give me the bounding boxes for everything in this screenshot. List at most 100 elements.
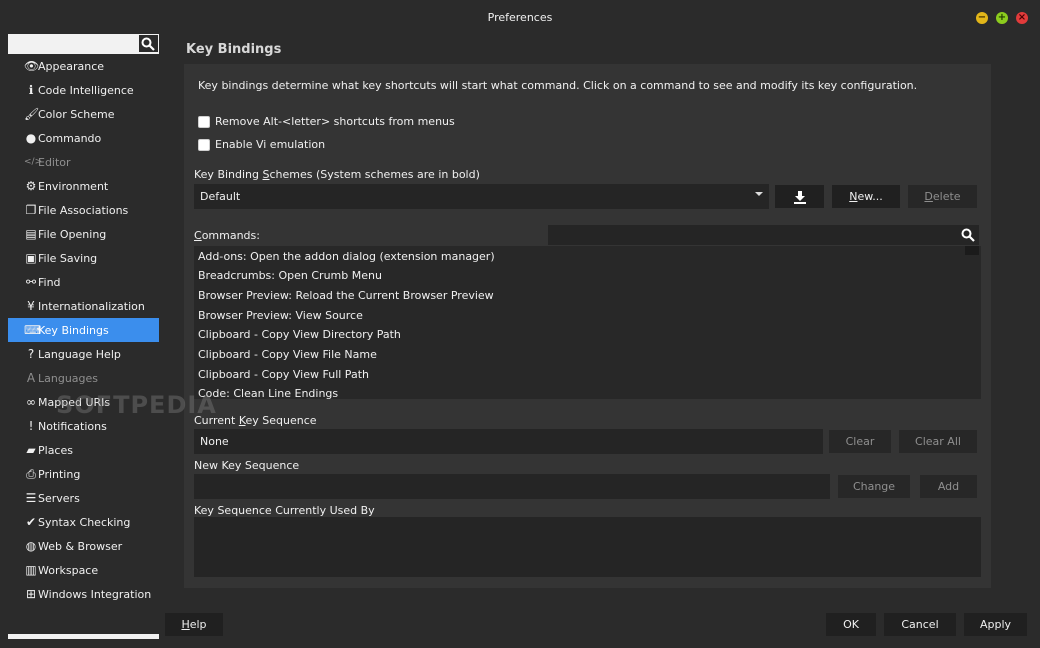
- sidebar-item-label: Web & Browser: [38, 539, 123, 553]
- commands-list[interactable]: Add-ons: Open the addon dialog (extensio…: [194, 246, 981, 399]
- sidebar-item-label: Language Help: [38, 347, 121, 361]
- sidebar-item-label: Servers: [38, 491, 80, 505]
- commands-search-input[interactable]: [548, 225, 979, 245]
- briefcase-icon: ▥: [25, 563, 37, 577]
- sidebar-item-label: Internationalization: [38, 299, 145, 313]
- sidebar-item-places[interactable]: ▰ Places: [8, 438, 159, 462]
- list-item[interactable]: Clipboard - Copy View Directory Path: [198, 325, 401, 345]
- minimize-button[interactable]: −: [976, 12, 988, 24]
- sidebar-item-label: Places: [38, 443, 73, 457]
- check-icon: ✔: [25, 515, 37, 529]
- commands-label-rest: ommands:: [201, 229, 260, 242]
- new-sequence-label: New Key Sequence: [194, 459, 300, 472]
- sidebar-item-syntax-checking[interactable]: ✔ Syntax Checking: [8, 510, 159, 534]
- sidebar: 👁 Appearance ℹ Code Intelligence 🖌 Color Sche…: [8, 34, 159, 639]
- clear-button[interactable]: Clear: [829, 430, 891, 453]
- sidebar-item-file-opening[interactable]: ▤ File Opening: [8, 222, 159, 246]
- windows-icon: ⊞: [25, 587, 37, 601]
- sidebar-item-label: Color Scheme: [38, 107, 115, 121]
- scrollbar-thumb[interactable]: [965, 246, 979, 255]
- sidebar-item-label: File Associations: [38, 203, 129, 217]
- title-bar: Preferences − + ×: [0, 0, 1040, 34]
- sidebar-item-printing[interactable]: ⎙ Printing: [8, 462, 159, 486]
- vi-emulation-checkbox[interactable]: [198, 138, 210, 151]
- yen-icon: ¥: [27, 299, 35, 313]
- sidebar-item-file-associations[interactable]: ❐ File Associations: [8, 198, 159, 222]
- apply-button[interactable]: Apply: [964, 613, 1027, 636]
- remove-alt-checkbox-row[interactable]: Remove Alt-<letter> shortcuts from menus: [198, 115, 455, 128]
- schemes-label-rest: chemes (System schemes are in bold): [269, 168, 480, 181]
- sidebar-item-language-help[interactable]: ? Language Help: [8, 342, 159, 366]
- delete-scheme-button[interactable]: Delete: [908, 185, 977, 208]
- sidebar-item-internationalization[interactable]: ¥ Internationalization: [8, 294, 159, 318]
- schemes-label-mnemonic: S: [262, 168, 270, 181]
- sidebar-item-find[interactable]: ⚯ Find: [8, 270, 159, 294]
- sidebar-search-input[interactable]: [9, 35, 139, 52]
- sidebar-item-file-saving[interactable]: ▣ File Saving: [8, 246, 159, 270]
- list-item[interactable]: Clipboard - Copy View Full Path: [198, 364, 369, 384]
- current-seq-label-text: Current: [194, 414, 239, 427]
- list-item[interactable]: Breadcrumbs: Open Crumb Menu: [198, 266, 382, 286]
- sidebar-item-label: Environment: [38, 179, 109, 193]
- used-by-label: Key Sequence Currently Used By: [194, 504, 375, 517]
- list-item[interactable]: Code: Clean Line Endings: [198, 384, 338, 399]
- close-button[interactable]: ×: [1016, 12, 1028, 24]
- sidebar-item-languages[interactable]: A Languages: [8, 366, 159, 390]
- scheme-select[interactable]: Default: [194, 184, 769, 209]
- remove-alt-label: Remove Alt-<letter> shortcuts from menus: [215, 115, 455, 128]
- sidebar-item-commando[interactable]: ● Commando: [8, 126, 159, 150]
- sidebar-item-workspace[interactable]: ▥ Workspace: [8, 558, 159, 582]
- chevron-down-icon: [755, 192, 763, 196]
- vi-emulation-checkbox-row[interactable]: Enable Vi emulation: [198, 138, 325, 151]
- sidebar-item-appearance[interactable]: 👁 Appearance: [8, 54, 159, 78]
- add-button[interactable]: Add: [920, 475, 977, 498]
- search-icon[interactable]: [141, 37, 155, 51]
- sidebar-item-label: Appearance: [38, 59, 105, 73]
- sidebar-item-label: Commando: [38, 131, 102, 145]
- window-title: Preferences: [487, 11, 553, 24]
- maximize-button[interactable]: +: [996, 12, 1008, 24]
- list-item[interactable]: Clipboard - Copy View File Name: [198, 345, 377, 365]
- current-seq-label-rest: ey Sequence: [245, 414, 317, 427]
- sidebar-item-editor[interactable]: </> Editor: [8, 150, 159, 174]
- sidebar-item-color-scheme[interactable]: 🖌 Color Scheme: [8, 102, 159, 126]
- sidebar-item-label: Editor: [38, 155, 71, 169]
- new-scheme-button[interactable]: New...: [832, 185, 900, 208]
- sidebar-item-key-bindings[interactable]: ⌨ Key Bindings: [8, 318, 159, 342]
- watermark: SOFTPEDIA: [56, 391, 217, 419]
- eye-icon: 👁: [24, 59, 40, 73]
- download-scheme-button[interactable]: [775, 185, 824, 208]
- page-title: Key Bindings: [186, 42, 282, 57]
- paintbrush-icon: 🖌: [24, 107, 40, 121]
- sidebar-item-label: File Opening: [38, 227, 107, 241]
- remove-alt-checkbox[interactable]: [198, 115, 210, 128]
- vi-emulation-label: Enable Vi emulation: [215, 138, 326, 151]
- help-button[interactable]: Help: [165, 613, 223, 636]
- sidebar-item-servers[interactable]: ☰ Servers: [8, 486, 159, 510]
- download-icon: [793, 190, 806, 204]
- current-sequence-value: None: [200, 435, 229, 448]
- list-item[interactable]: Browser Preview: View Source: [198, 305, 363, 325]
- list-item[interactable]: Add-ons: Open the addon dialog (extensio…: [198, 246, 495, 266]
- sidebar-item-label: Workspace: [38, 563, 99, 577]
- sidebar-item-label: Windows Integration: [38, 587, 152, 601]
- commands-label: Commands:: [194, 229, 260, 242]
- sidebar-item-label: Key Bindings: [38, 323, 109, 337]
- list-item[interactable]: Browser Preview: Reload the Current Brow…: [198, 285, 494, 305]
- sidebar-item-web-browser[interactable]: ◍ Web & Browser: [8, 534, 159, 558]
- sidebar-item-code-intelligence[interactable]: ℹ Code Intelligence: [8, 78, 159, 102]
- cancel-button[interactable]: Cancel: [884, 613, 956, 636]
- change-button[interactable]: Change: [838, 475, 910, 498]
- link-icon: ∞: [26, 395, 36, 409]
- current-sequence-label: Current Key Sequence: [194, 414, 317, 427]
- clear-all-button[interactable]: Clear All: [899, 430, 977, 453]
- search-icon[interactable]: [961, 228, 975, 242]
- sidebar-item-windows-integration[interactable]: ⊞ Windows Integration: [8, 582, 159, 606]
- sidebar-item-environment[interactable]: ⚙ Environment: [8, 174, 159, 198]
- new-sequence-input[interactable]: [194, 474, 830, 499]
- file-icon: ▤: [25, 227, 37, 241]
- binoculars-icon: ⚯: [25, 275, 37, 289]
- info-icon: ℹ: [28, 83, 34, 97]
- ok-button[interactable]: OK: [826, 613, 876, 636]
- current-sequence-field: None: [194, 429, 823, 454]
